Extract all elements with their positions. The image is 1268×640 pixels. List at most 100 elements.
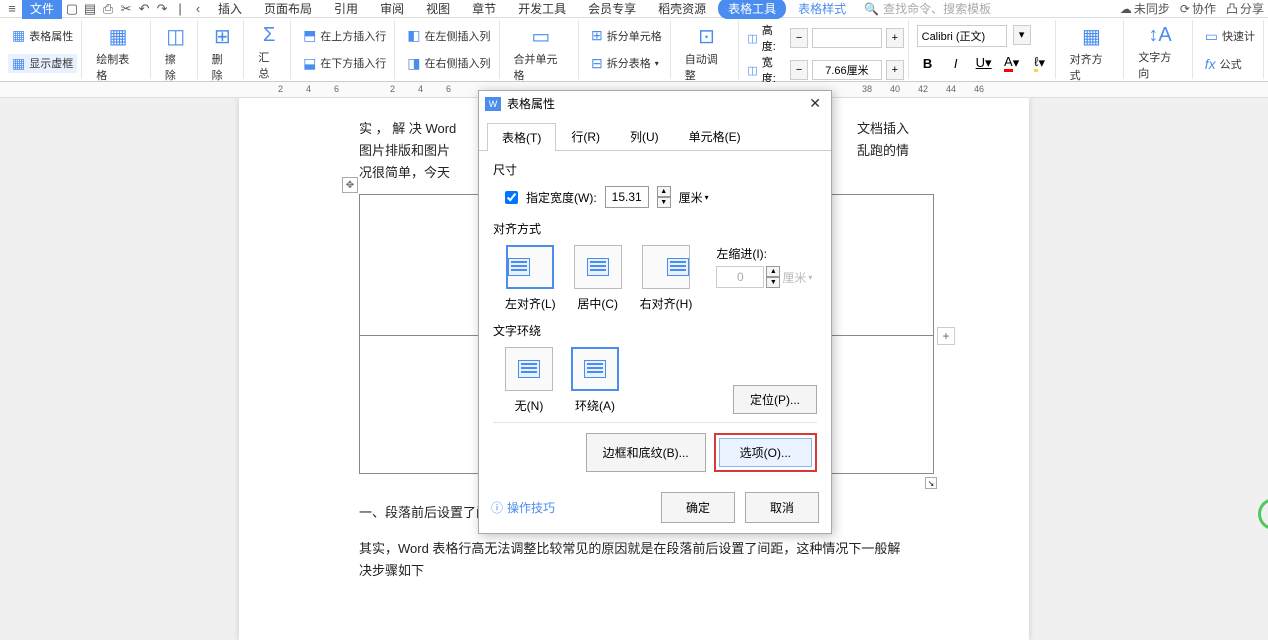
menu-layout[interactable]: 页面布局 bbox=[254, 0, 322, 19]
width-input[interactable] bbox=[812, 60, 882, 80]
wrap-none-option[interactable]: 无(N) bbox=[505, 347, 553, 414]
split-cell-icon: ⊞ bbox=[591, 27, 603, 44]
close-icon[interactable]: ✕ bbox=[805, 95, 825, 112]
ok-button[interactable]: 确定 bbox=[661, 492, 735, 523]
table-props-icon: ▦ bbox=[12, 27, 25, 44]
undo-icon[interactable]: ↶ bbox=[136, 1, 152, 17]
bold-button[interactable]: B bbox=[917, 52, 939, 74]
qat-icon[interactable]: ⎙ bbox=[100, 1, 116, 17]
side-arc-icon[interactable] bbox=[1258, 498, 1268, 530]
cancel-button[interactable]: 取消 bbox=[745, 492, 819, 523]
tab-row[interactable]: 行(R) bbox=[556, 122, 615, 150]
width-input[interactable] bbox=[605, 186, 649, 208]
summary-button[interactable]: Σ汇总 bbox=[252, 22, 286, 83]
width-dec[interactable]: − bbox=[790, 60, 808, 80]
spec-width-checkbox[interactable] bbox=[505, 191, 518, 204]
border-shading-button[interactable]: 边框和底纹(B)... bbox=[586, 433, 706, 472]
ins-above-icon: ⬒ bbox=[303, 27, 316, 44]
width-inc[interactable]: + bbox=[886, 60, 904, 80]
doc-text: 图片排版和图片 bbox=[359, 140, 450, 162]
chevron-down-icon: ▾ bbox=[808, 273, 812, 282]
menu-insert[interactable]: 插入 bbox=[208, 0, 252, 19]
tips-link[interactable]: ⓘ 操作技巧 bbox=[491, 499, 555, 516]
split-cell-button[interactable]: ⊞拆分单元格 bbox=[587, 26, 666, 45]
doc-text: 实 ， 解 决 Word bbox=[359, 118, 456, 140]
indent-spin-up[interactable]: ▲ bbox=[766, 266, 780, 277]
menu-view[interactable]: 视图 bbox=[416, 0, 460, 19]
indent-input[interactable] bbox=[716, 266, 764, 288]
cloud-icon: ☁ bbox=[1120, 2, 1132, 16]
width-spin-down[interactable]: ▼ bbox=[657, 197, 671, 208]
font-color-button[interactable]: A▾ bbox=[1001, 52, 1023, 74]
textdir-icon: ↕A bbox=[1148, 24, 1171, 47]
menu-review[interactable]: 审阅 bbox=[370, 0, 414, 19]
width-spin-up[interactable]: ▲ bbox=[657, 186, 671, 197]
qat-icon[interactable]: ✂ bbox=[118, 1, 134, 17]
menu-table-style[interactable]: 表格样式 bbox=[788, 0, 856, 19]
table-move-handle[interactable]: ✥ bbox=[342, 177, 358, 193]
height-label: 高度: bbox=[762, 22, 787, 54]
menu-member[interactable]: 会员专享 bbox=[578, 0, 646, 19]
fast-button[interactable]: ▭快速计 bbox=[1201, 27, 1259, 46]
redo-icon[interactable]: ↷ bbox=[154, 1, 170, 17]
indent-label: 左缩进(I): bbox=[716, 245, 812, 262]
search-box[interactable]: 🔍 查找命令、搜索模板 bbox=[858, 0, 997, 17]
share-icon: 凸 bbox=[1226, 0, 1238, 17]
align-center-option[interactable]: 居中(C) bbox=[574, 245, 622, 312]
insert-below-button[interactable]: ⬓在下方插入行 bbox=[299, 54, 390, 73]
qat-icon[interactable]: ▤ bbox=[82, 1, 98, 17]
merge-button[interactable]: ▭合并单元格 bbox=[508, 22, 575, 85]
font-dd[interactable]: ▾ bbox=[1013, 25, 1031, 45]
menu-dev[interactable]: 开发工具 bbox=[508, 0, 576, 19]
height-input[interactable] bbox=[812, 28, 882, 48]
menu-resource[interactable]: 稻壳资源 bbox=[648, 0, 716, 19]
ins-left-icon: ◧ bbox=[407, 27, 420, 44]
collab-button[interactable]: ⟳协作 bbox=[1180, 0, 1216, 17]
insert-above-button[interactable]: ⬒在上方插入行 bbox=[299, 26, 390, 45]
size-section-label: 尺寸 bbox=[493, 161, 817, 178]
search-icon: 🔍 bbox=[864, 2, 879, 16]
delete-icon: ⊞ bbox=[214, 24, 231, 49]
split-table-icon: ⊟ bbox=[591, 55, 603, 72]
height-inc[interactable]: + bbox=[886, 28, 904, 48]
draw-table-button[interactable]: ▦绘制表格 bbox=[90, 22, 146, 85]
menu-ref[interactable]: 引用 bbox=[324, 0, 368, 19]
split-table-button[interactable]: ⊟拆分表格▾ bbox=[587, 54, 666, 73]
tab-col[interactable]: 列(U) bbox=[615, 122, 674, 150]
height-dec[interactable]: − bbox=[790, 28, 808, 48]
show-dashed-button[interactable]: ▦显示虚框 bbox=[8, 54, 77, 73]
menu-table-tools[interactable]: 表格工具 bbox=[718, 0, 786, 19]
wrap-around-option[interactable]: 环绕(A) bbox=[571, 347, 619, 414]
formula-button[interactable]: fx公式 bbox=[1201, 55, 1259, 73]
erase-button[interactable]: ◫擦除 bbox=[159, 22, 193, 85]
position-button[interactable]: 定位(P)... bbox=[733, 385, 817, 414]
italic-button[interactable]: I bbox=[945, 52, 967, 74]
font-select[interactable] bbox=[917, 25, 1007, 47]
erase-icon: ◫ bbox=[166, 24, 185, 49]
menu-icon[interactable]: ≡ bbox=[4, 1, 20, 17]
insert-left-button[interactable]: ◧在左侧插入列 bbox=[403, 26, 494, 45]
prev-icon[interactable]: ‹ bbox=[190, 1, 206, 17]
align-left-option[interactable]: 左对齐(L) bbox=[505, 245, 556, 312]
file-menu[interactable]: 文件 bbox=[22, 0, 62, 19]
table-add-handle[interactable]: + bbox=[937, 327, 955, 345]
wrap-section-label: 文字环绕 bbox=[493, 322, 817, 339]
table-resize-handle[interactable]: ↘ bbox=[925, 477, 937, 489]
fx-icon: fx bbox=[1205, 56, 1216, 72]
menu-chapter[interactable]: 章节 bbox=[462, 0, 506, 19]
options-button[interactable]: 选项(O)... bbox=[719, 438, 812, 467]
underline-button[interactable]: U▾ bbox=[973, 52, 995, 74]
tab-table[interactable]: 表格(T) bbox=[487, 123, 556, 151]
unit-dropdown[interactable]: 厘米▾ bbox=[679, 189, 709, 206]
highlight-button[interactable]: ℓ▾ bbox=[1029, 52, 1051, 74]
qat-sep: | bbox=[172, 1, 188, 17]
tab-cell[interactable]: 单元格(E) bbox=[674, 122, 756, 150]
insert-right-button[interactable]: ◨在右侧插入列 bbox=[403, 54, 494, 73]
unsync-button[interactable]: ☁未同步 bbox=[1120, 0, 1170, 17]
indent-spin-down[interactable]: ▼ bbox=[766, 277, 780, 288]
table-props-button[interactable]: ▦表格属性 bbox=[8, 26, 77, 45]
qat-icon[interactable]: ▢ bbox=[64, 1, 80, 17]
align-icon: ▦ bbox=[1082, 24, 1101, 49]
share-button[interactable]: 凸分享 bbox=[1226, 0, 1264, 17]
align-right-option[interactable]: 右对齐(H) bbox=[640, 245, 693, 312]
